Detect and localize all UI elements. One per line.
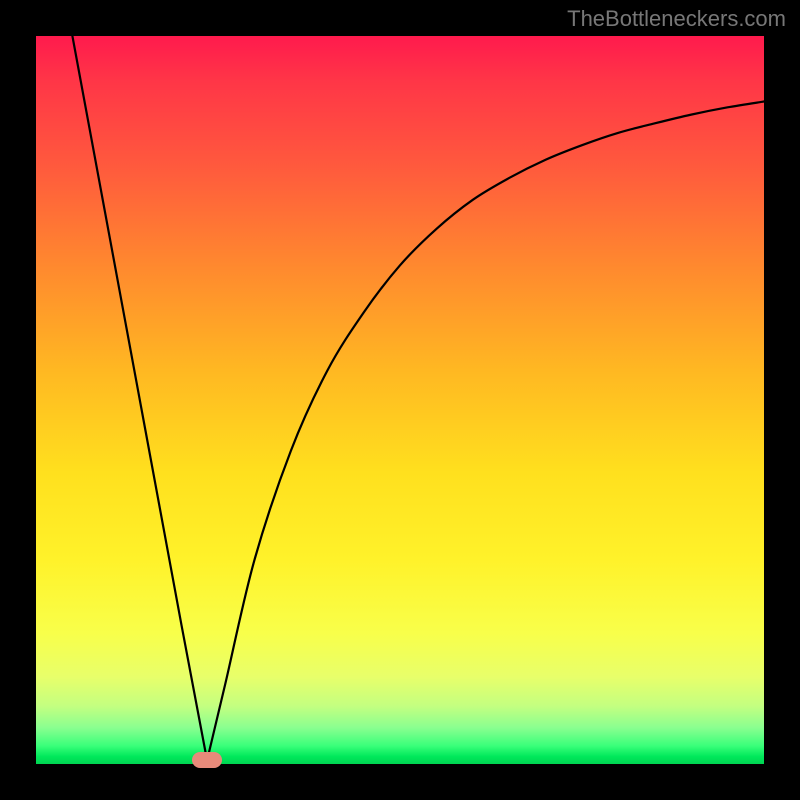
chart-minimum-marker <box>192 752 222 768</box>
chart-plot-area <box>36 36 764 764</box>
chart-curve <box>36 36 764 764</box>
watermark-text: TheBottleneckers.com <box>567 6 786 32</box>
